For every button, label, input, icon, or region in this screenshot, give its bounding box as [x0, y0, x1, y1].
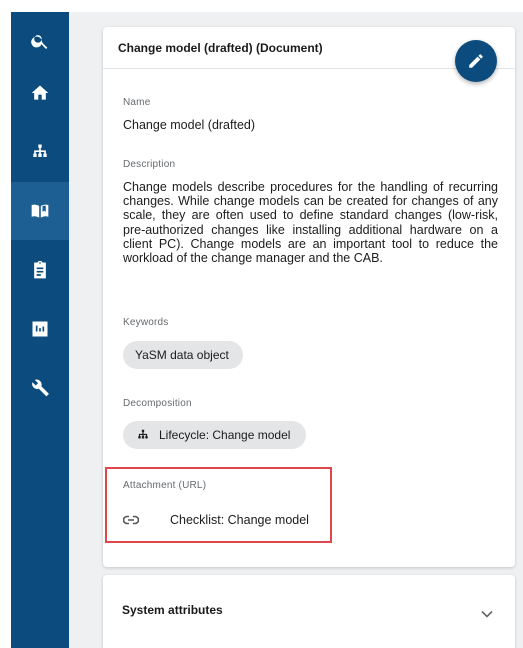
description-value: Change models describe procedures for th… [123, 180, 498, 266]
card-header: Change model (drafted) (Document) [103, 27, 515, 69]
keyword-chip-label: YaSM data object [135, 348, 229, 362]
sidebar-item-search[interactable] [11, 12, 69, 70]
sidebar-nav [11, 12, 69, 648]
sidebar-item-reports[interactable] [11, 300, 69, 358]
attachment-highlight-box [105, 467, 332, 543]
system-attributes-panel[interactable]: System attributes [103, 575, 515, 648]
sitemap-icon [33, 144, 47, 157]
sidebar-item-structure[interactable] [11, 123, 69, 181]
sidebar-item-tools[interactable] [11, 359, 69, 417]
description-label: Description [123, 159, 176, 170]
app-frame: Change model (drafted) (Document) Name C… [0, 0, 523, 648]
clipboard-icon [34, 260, 46, 279]
attachment-link-text: Checklist: Change model [170, 513, 309, 527]
decomposition-chip-label: Lifecycle: Change model [159, 428, 291, 442]
chart-icon [32, 321, 48, 337]
card-title: Change model (drafted) (Document) [118, 41, 323, 55]
link-icon [123, 515, 139, 525]
sidebar-item-library[interactable] [11, 182, 69, 240]
home-icon [31, 85, 49, 100]
keyword-chip[interactable]: YaSM data object [123, 341, 243, 369]
keywords-label: Keywords [123, 317, 169, 328]
attachment-label: Attachment (URL) [123, 480, 207, 491]
sidebar-item-home[interactable] [11, 64, 69, 122]
decomposition-label: Decomposition [123, 398, 192, 409]
decomposition-chip[interactable]: Lifecycle: Change model [123, 421, 306, 449]
edit-button[interactable] [455, 40, 497, 82]
book-icon [31, 204, 49, 218]
sitemap-icon [138, 429, 148, 439]
name-value: Change model (drafted) [123, 118, 256, 132]
name-label: Name [123, 97, 151, 108]
pencil-icon [469, 54, 483, 68]
system-attributes-title: System attributes [122, 603, 223, 617]
search-icon [31, 35, 48, 49]
attachment-link[interactable]: Checklist: Change model [123, 511, 309, 529]
sidebar-item-tasks[interactable] [11, 241, 69, 299]
chevron-down-icon[interactable] [481, 605, 493, 618]
wrench-icon [32, 379, 49, 397]
